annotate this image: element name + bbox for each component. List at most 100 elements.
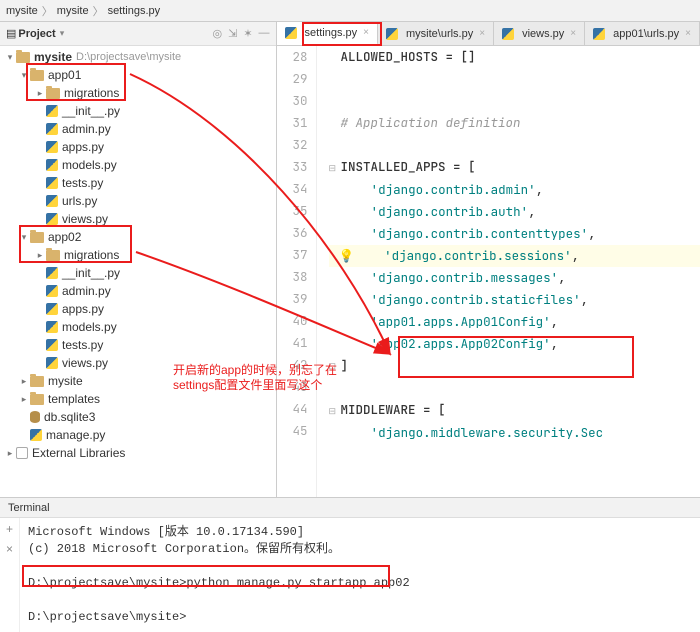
terminal-tab-bar[interactable]: Terminal (0, 498, 700, 518)
gear-icon[interactable]: ✶ (243, 27, 252, 40)
close-icon[interactable]: × (6, 542, 13, 556)
gutter: 282930313233343536373839404142434445 (277, 46, 317, 497)
code[interactable]: ALLOWED_HOSTS = [] # Application definiti… (317, 46, 700, 497)
code-line[interactable]: 'django.contrib.contenttypes', (329, 223, 700, 245)
project-tree[interactable]: ▾ mysite D:\projectsave\mysite ▾app01▸mi… (0, 46, 276, 497)
tree-item[interactable]: apps.py (0, 138, 276, 156)
expand-icon[interactable]: ▸ (4, 444, 16, 462)
project-icon: ▤ (6, 27, 16, 40)
tree-hint: D:\projectsave\mysite (76, 48, 181, 66)
close-icon[interactable]: × (363, 27, 369, 38)
expand-icon[interactable]: ▸ (18, 390, 30, 408)
terminal-tab-label[interactable]: Terminal (8, 502, 50, 514)
code-line[interactable]: 💡 'django.contrib.sessions', (329, 245, 700, 267)
project-sidebar: ▤ Project ▾ ◎ ⇲ ✶ — ▾ mysite D:\projects… (0, 22, 277, 497)
tree-item[interactable]: apps.py (0, 300, 276, 318)
breadcrumb-item[interactable]: settings.py (108, 5, 161, 17)
py-icon (386, 28, 398, 40)
tree-item[interactable]: tests.py (0, 174, 276, 192)
code-line[interactable] (329, 134, 700, 156)
close-icon[interactable]: × (570, 28, 576, 39)
tree-label: db.sqlite3 (44, 408, 95, 426)
py-icon (285, 27, 297, 39)
editor-tab[interactable]: views.py× (494, 22, 585, 45)
hide-icon[interactable]: — (259, 27, 270, 40)
breadcrumb: mysite 〉 mysite 〉 settings.py (0, 0, 700, 22)
code-line[interactable] (329, 68, 700, 90)
code-line[interactable]: 'django.contrib.admin', (329, 179, 700, 201)
tree-item[interactable]: ▾app01 (0, 66, 276, 84)
expand-icon[interactable]: ▾ (4, 48, 16, 66)
tree-item[interactable]: urls.py (0, 192, 276, 210)
tree-item[interactable]: db.sqlite3 (0, 408, 276, 426)
tree-item[interactable]: admin.py (0, 120, 276, 138)
tree-item[interactable]: models.py (0, 156, 276, 174)
add-icon[interactable]: + (6, 522, 13, 536)
tree-label: urls.py (62, 192, 97, 210)
breadcrumb-item[interactable]: mysite (6, 5, 38, 17)
tree-item[interactable]: ▸migrations (0, 84, 276, 102)
code-line[interactable]: 'django.middleware.security.Sec (329, 422, 700, 444)
fold-icon[interactable]: ⊟ (329, 400, 339, 422)
terminal-output[interactable]: Microsoft Windows [版本 10.0.17134.590](c)… (20, 518, 700, 632)
tree-label: __init__.py (62, 102, 120, 120)
chevron-down-icon[interactable]: ▾ (60, 28, 65, 39)
code-line[interactable]: 'django.contrib.staticfiles', (329, 289, 700, 311)
tree-root[interactable]: ▾ mysite D:\projectsave\mysite (0, 48, 276, 66)
collapse-icon[interactable]: ⇲ (228, 27, 237, 40)
code-line[interactable] (329, 90, 700, 112)
code-line[interactable]: ⊟INSTALLED_APPS = [ (329, 156, 700, 179)
folder-icon (16, 52, 30, 63)
db-icon (30, 411, 40, 423)
code-line[interactable]: ⊟MIDDLEWARE = [ (329, 399, 700, 422)
code-area[interactable]: 282930313233343536373839404142434445 ALL… (277, 46, 700, 497)
editor-tab[interactable]: mysite\urls.py× (378, 22, 494, 45)
expand-icon[interactable]: ▾ (18, 228, 30, 246)
editor-tab[interactable]: app01\urls.py× (585, 22, 700, 45)
tree-item[interactable]: __init__.py (0, 102, 276, 120)
tree-item[interactable]: __init__.py (0, 264, 276, 282)
code-line[interactable]: ALLOWED_HOSTS = [] (329, 46, 700, 68)
fold-icon[interactable]: ⊟ (329, 157, 339, 179)
tree-label: mysite (34, 48, 72, 66)
breadcrumb-item[interactable]: mysite (57, 5, 89, 17)
tree-item[interactable]: ▸ External Libraries (0, 444, 276, 462)
py-icon (30, 429, 42, 441)
expand-icon[interactable]: ▸ (18, 372, 30, 390)
code-line[interactable]: 'django.contrib.auth', (329, 201, 700, 223)
py-icon (46, 339, 58, 351)
tree-label: External Libraries (32, 444, 125, 462)
tree-item[interactable]: ▸migrations (0, 246, 276, 264)
tree-item[interactable]: models.py (0, 318, 276, 336)
tree-item[interactable]: tests.py (0, 336, 276, 354)
tree-item[interactable]: views.py (0, 210, 276, 228)
code-line[interactable]: 'app01.apps.App01Config', (329, 311, 700, 333)
expand-icon[interactable]: ▸ (34, 84, 46, 102)
tree-label: admin.py (62, 282, 111, 300)
code-line[interactable] (329, 377, 700, 399)
tree-label: tests.py (62, 174, 103, 192)
tree-label: models.py (62, 318, 117, 336)
editor: settings.py×mysite\urls.py×views.py×app0… (277, 22, 700, 497)
code-line[interactable]: 'django.contrib.messages', (329, 267, 700, 289)
project-panel-header[interactable]: ▤ Project ▾ ◎ ⇲ ✶ — (0, 22, 276, 46)
tree-label: models.py (62, 156, 117, 174)
expand-icon[interactable]: ▾ (18, 66, 30, 84)
editor-tab[interactable]: settings.py× (277, 22, 378, 45)
breadcrumb-sep: 〉 (42, 3, 53, 19)
close-icon[interactable]: × (479, 28, 485, 39)
tree-item[interactable]: manage.py (0, 426, 276, 444)
tree-item[interactable]: admin.py (0, 282, 276, 300)
bulb-icon[interactable]: 💡 (339, 247, 355, 264)
folder-icon (46, 88, 60, 99)
tree-label: apps.py (62, 300, 104, 318)
target-icon[interactable]: ◎ (213, 27, 223, 40)
code-line[interactable]: ⊟] (329, 355, 700, 378)
code-line[interactable]: 'app02.apps.App02Config', (329, 333, 700, 355)
close-icon[interactable]: × (685, 28, 691, 39)
tree-item[interactable]: ▾app02 (0, 228, 276, 246)
code-line[interactable]: # Application definition (329, 112, 700, 134)
project-panel-title: Project (18, 28, 55, 40)
expand-icon[interactable]: ▸ (34, 246, 46, 264)
py-icon (46, 321, 58, 333)
